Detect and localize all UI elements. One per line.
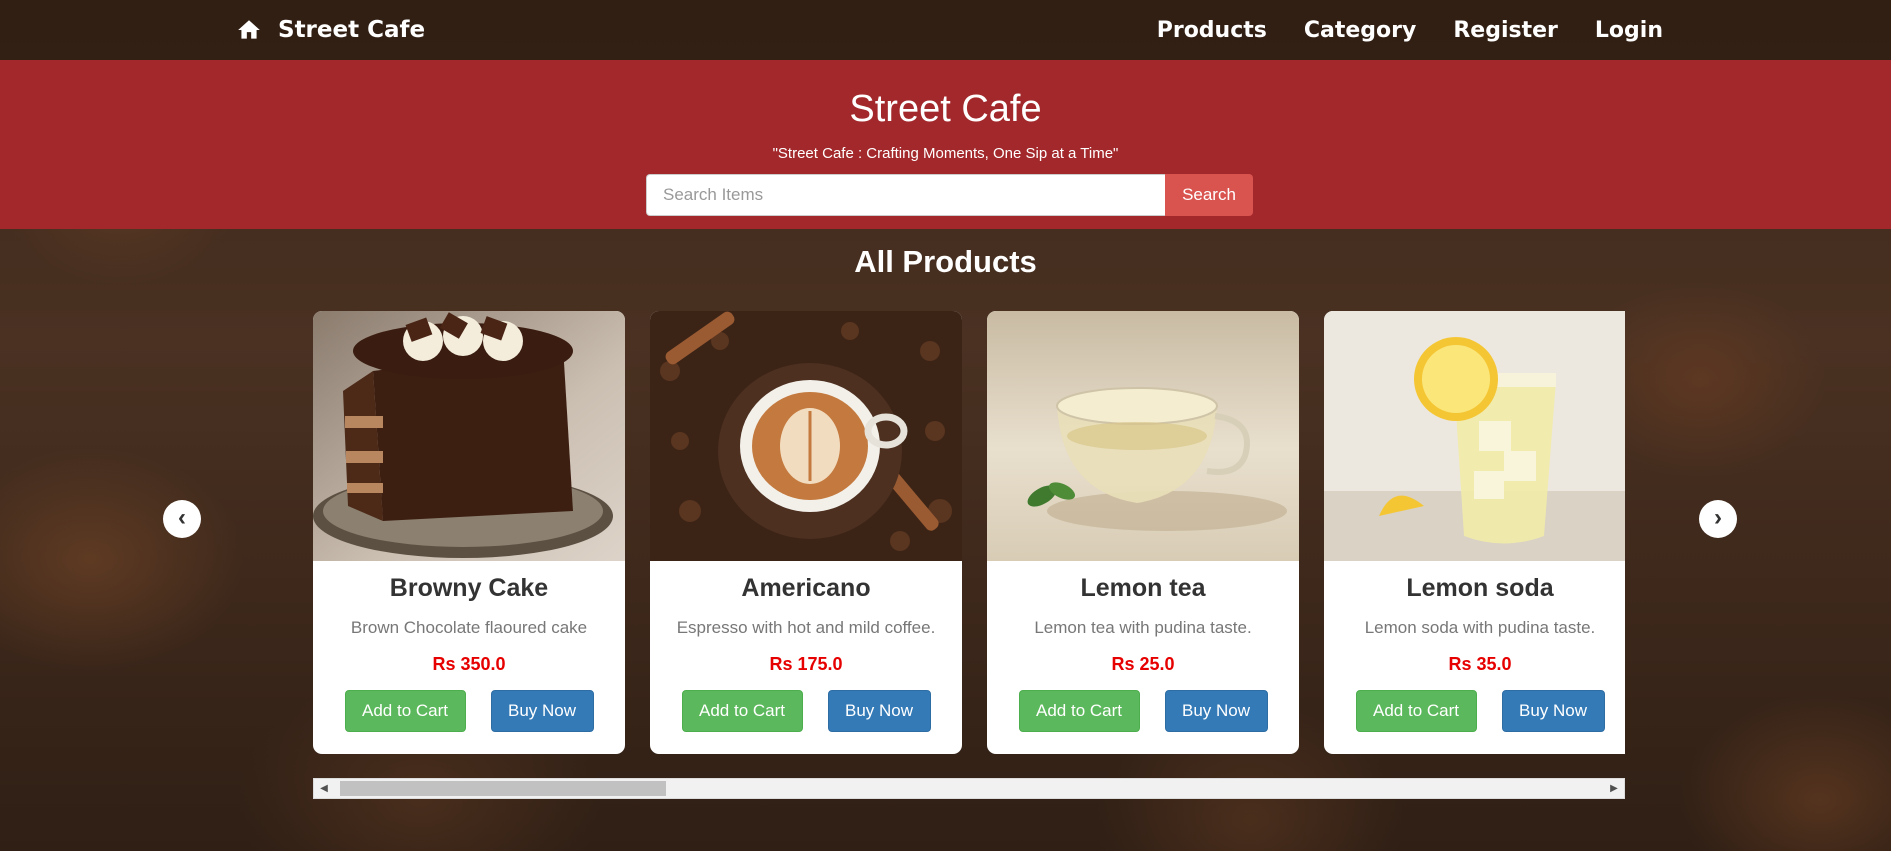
nav-link-login[interactable]: Login (1595, 18, 1663, 43)
buy-now-button[interactable]: Buy Now (1501, 690, 1605, 732)
add-to-cart-button[interactable]: Add to Cart (344, 690, 466, 732)
top-navbar: Street Cafe Products Category Register L… (0, 0, 1891, 60)
nav-link-products[interactable]: Products (1157, 18, 1267, 43)
product-description: Espresso with hot and mild coffee. (676, 618, 936, 637)
nav-link-register[interactable]: Register (1453, 18, 1558, 43)
home-icon (238, 20, 260, 39)
product-card: Americano Espresso with hot and mild cof… (650, 311, 962, 754)
product-name: Browny Cake (389, 574, 549, 602)
hero-banner: Street Cafe "Street Cafe : Crafting Mome… (0, 60, 1891, 229)
section-title: All Products (854, 244, 1037, 279)
product-track: Browny Cake Brown Chocolate flaoured cak… (313, 311, 1625, 754)
product-description: Lemon soda with pudina taste. (1364, 618, 1596, 637)
scroll-left-icon[interactable]: ◀ (314, 779, 334, 798)
add-to-cart-button[interactable]: Add to Cart (1018, 690, 1140, 732)
brand-link[interactable]: Street Cafe (236, 12, 425, 48)
buy-now-button[interactable]: Buy Now (490, 690, 594, 732)
product-price: Rs 175.0 (769, 654, 843, 674)
scroll-right-icon[interactable]: ▶ (1604, 779, 1624, 798)
search-button[interactable]: Search (1165, 174, 1253, 216)
add-to-cart-button[interactable]: Add to Cart (1355, 690, 1477, 732)
nav-links: Products Category Register Login (1157, 12, 1663, 48)
product-description: Brown Chocolate flaoured cake (350, 618, 588, 637)
product-actions: Add to Cart Buy Now (313, 690, 625, 732)
product-actions: Add to Cart Buy Now (1324, 690, 1625, 732)
buy-now-button[interactable]: Buy Now (1164, 690, 1268, 732)
product-name: Lemon tea (1080, 574, 1206, 602)
product-image-lemon-soda (1324, 311, 1625, 561)
nav-link-category[interactable]: Category (1304, 18, 1416, 43)
search-form: Search (646, 174, 1253, 216)
hero-title: Street Cafe (849, 88, 1042, 130)
brand-name: Street Cafe (278, 17, 426, 43)
horizontal-scrollbar[interactable]: ◀ ▶ (313, 778, 1625, 799)
product-price: Rs 35.0 (1448, 654, 1512, 674)
product-actions: Add to Cart Buy Now (987, 690, 1299, 732)
product-price: Rs 25.0 (1111, 654, 1175, 674)
product-actions: Add to Cart Buy Now (650, 690, 962, 732)
scrollbar-thumb[interactable] (340, 781, 666, 796)
product-price: Rs 350.0 (432, 654, 506, 674)
product-description: Lemon tea with pudina taste. (1034, 618, 1252, 637)
product-name: Americano (741, 574, 871, 602)
search-input[interactable] (646, 174, 1165, 216)
product-image-cake (313, 311, 625, 561)
product-card: Lemon tea Lemon tea with pudina taste. R… (987, 311, 1299, 754)
product-image-lemon-tea (987, 311, 1299, 561)
chevron-right-icon[interactable]: › (1699, 500, 1737, 538)
add-to-cart-button[interactable]: Add to Cart (681, 690, 803, 732)
product-carousel[interactable]: Browny Cake Brown Chocolate flaoured cak… (313, 311, 1625, 754)
buy-now-button[interactable]: Buy Now (827, 690, 931, 732)
product-image-americano (650, 311, 962, 561)
product-name: Lemon soda (1406, 574, 1554, 602)
product-card: Browny Cake Brown Chocolate flaoured cak… (313, 311, 625, 754)
product-card: Lemon soda Lemon soda with pudina taste.… (1324, 311, 1625, 754)
hero-tagline: "Street Cafe : Crafting Moments, One Sip… (772, 145, 1119, 162)
chevron-left-icon[interactable]: ‹ (163, 500, 201, 538)
